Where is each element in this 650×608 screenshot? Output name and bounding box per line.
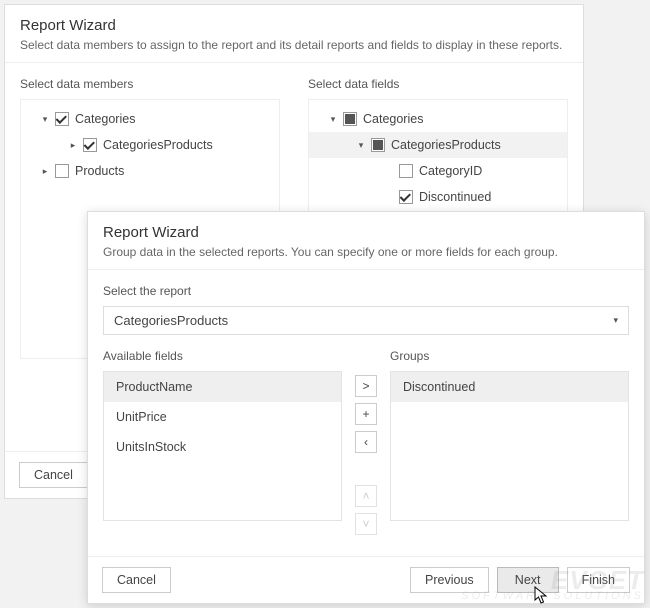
tree-row-label: CategoriesProducts <box>391 138 501 152</box>
chevron-right-icon: > <box>362 379 369 393</box>
remove-button[interactable]: ‹ <box>355 431 377 453</box>
add-button[interactable]: > <box>355 375 377 397</box>
list-item[interactable]: UnitsInStock <box>104 432 341 462</box>
tree-row-label: CategoryID <box>419 164 482 178</box>
tree-row-label: Categories <box>363 112 423 126</box>
dialog-title: Report Wizard <box>20 17 568 34</box>
wizard-step-grouping: Report Wizard Group data in the selected… <box>87 211 645 604</box>
tree-row-label: Products <box>75 164 124 178</box>
expander-icon[interactable]: ▸ <box>67 139 79 151</box>
move-down-button[interactable]: ˅ <box>355 513 377 535</box>
chevron-left-icon: ‹ <box>364 435 368 449</box>
tree-row-label: Categories <box>75 112 135 126</box>
dialog-subtitle: Select data members to assign to the rep… <box>20 38 568 52</box>
dialog-subtitle: Group data in the selected reports. You … <box>103 245 629 259</box>
checkbox[interactable] <box>55 112 69 126</box>
tree-row[interactable]: CategoryID <box>309 158 567 184</box>
expander-icon[interactable]: ▾ <box>355 139 367 151</box>
tree-row[interactable]: Discontinued <box>309 184 567 210</box>
select-report-label: Select the report <box>103 284 629 298</box>
members-label: Select data members <box>20 77 280 91</box>
groups-list[interactable]: Discontinued <box>390 371 629 521</box>
available-fields-list[interactable]: ProductNameUnitPriceUnitsInStock <box>103 371 342 521</box>
add-all-button[interactable]: + <box>355 403 377 425</box>
chevron-down-icon: ˅ <box>362 517 369 531</box>
watermark: EVGET SOFTWARE SOLUTIONS <box>461 569 644 602</box>
expander-icon[interactable] <box>383 165 395 177</box>
cancel-button[interactable]: Cancel <box>102 567 171 593</box>
report-dropdown-value: CategoriesProducts <box>114 313 228 328</box>
chevron-up-icon: ˄ <box>362 489 369 503</box>
expander-icon[interactable]: ▾ <box>327 113 339 125</box>
tree-row[interactable]: ▾ CategoriesProducts <box>309 132 567 158</box>
expander-icon[interactable] <box>383 191 395 203</box>
report-dropdown[interactable]: CategoriesProducts ▾ <box>103 306 629 335</box>
fields-label: Select data fields <box>308 77 568 91</box>
list-item[interactable]: ProductName <box>104 372 341 402</box>
tree-row[interactable]: ▸ Products <box>21 158 279 184</box>
checkbox[interactable] <box>83 138 97 152</box>
dialog-header: Report Wizard Group data in the selected… <box>88 212 644 270</box>
list-item[interactable]: Discontinued <box>391 372 628 402</box>
tree-row[interactable]: ▾ Categories <box>309 106 567 132</box>
tree-row-label: CategoriesProducts <box>103 138 213 152</box>
expander-icon[interactable]: ▸ <box>39 165 51 177</box>
move-up-button[interactable]: ˄ <box>355 485 377 507</box>
checkbox[interactable] <box>55 164 69 178</box>
tree-row-label: Discontinued <box>419 190 491 204</box>
dialog-title: Report Wizard <box>103 224 629 241</box>
plus-icon: + <box>362 407 369 421</box>
tree-row[interactable]: ▸ CategoriesProducts <box>21 132 279 158</box>
list-item[interactable]: UnitPrice <box>104 402 341 432</box>
tree-row[interactable]: ▾ Categories <box>21 106 279 132</box>
checkbox[interactable] <box>343 112 357 126</box>
dialog-body: Select the report CategoriesProducts ▾ A… <box>88 270 644 545</box>
groups-label: Groups <box>390 349 629 363</box>
available-fields-label: Available fields <box>103 349 342 363</box>
dialog-header: Report Wizard Select data members to ass… <box>5 5 583 63</box>
checkbox[interactable] <box>371 138 385 152</box>
checkbox[interactable] <box>399 190 413 204</box>
cancel-button[interactable]: Cancel <box>19 462 88 488</box>
checkbox[interactable] <box>399 164 413 178</box>
expander-icon[interactable]: ▾ <box>39 113 51 125</box>
chevron-down-icon: ▾ <box>613 315 618 326</box>
transfer-buttons: > + ‹ ˄ ˅ <box>352 349 380 535</box>
